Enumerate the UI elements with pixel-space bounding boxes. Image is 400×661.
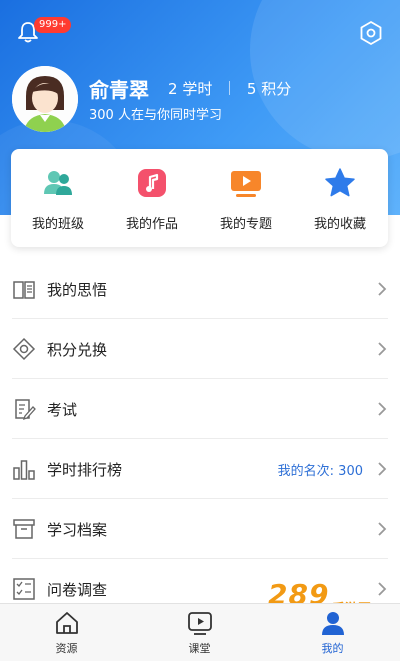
menu-item-label: 问卷调查 — [47, 581, 108, 599]
quick-action-label: 我的作品 — [125, 217, 178, 232]
music-note-icon — [138, 169, 166, 197]
play-icon — [188, 612, 212, 635]
tab-label: 课堂 — [188, 642, 211, 655]
quick-action-favorites[interactable]: 我的收藏 — [293, 149, 387, 247]
quick-action-works[interactable]: 我的作品 — [105, 149, 199, 247]
archive-icon — [13, 519, 35, 539]
points-unit: 积分 — [261, 80, 292, 98]
menu-list: 我的思悟 积分兑换 考试 学时排行榜 我的名次: 300 学习档案 问卷调查 — [0, 259, 400, 619]
menu-item-label: 积分兑换 — [47, 341, 108, 359]
bottom-tab-bar: 资源 课堂 我的 — [0, 603, 400, 661]
tab-classroom[interactable]: 课堂 — [133, 604, 266, 661]
menu-item-label: 我的思悟 — [47, 281, 108, 299]
avatar-illustration — [12, 66, 78, 132]
quick-action-label: 我的专题 — [219, 217, 272, 232]
book-icon — [13, 281, 35, 299]
online-count-text: 300 人在与你同时学习 — [89, 108, 222, 123]
avatar[interactable] — [12, 66, 78, 132]
quick-action-label: 我的班级 — [31, 217, 84, 232]
menu-item-exam[interactable]: 考试 — [0, 379, 400, 439]
menu-item-archive[interactable]: 学习档案 — [0, 499, 400, 559]
menu-item-label: 学习档案 — [47, 521, 108, 539]
tab-mine[interactable]: 我的 — [266, 604, 399, 661]
menu-item-label: 学时排行榜 — [47, 461, 123, 479]
tab-label: 我的 — [321, 642, 344, 655]
exam-icon — [15, 399, 36, 421]
tab-label: 资源 — [55, 642, 78, 655]
chevron-right-icon — [378, 342, 387, 356]
person-icon — [322, 612, 344, 635]
study-hours-value: 2 — [168, 80, 178, 98]
points-value: 5 — [246, 80, 257, 98]
video-player-icon — [231, 171, 261, 197]
quick-action-topics[interactable]: 我的专题 — [199, 149, 293, 247]
settings-icon[interactable] — [358, 20, 384, 46]
checklist-icon — [13, 578, 35, 600]
menu-item-ranking[interactable]: 学时排行榜 我的名次: 300 — [0, 439, 400, 499]
diamond-icon — [12, 337, 36, 361]
my-rank-text: 我的名次: 300 — [277, 464, 363, 479]
notification-badge: 999+ — [34, 17, 72, 33]
username: 俞青翠 — [89, 78, 149, 102]
chevron-right-icon — [378, 462, 387, 476]
menu-item-label: 考试 — [47, 401, 78, 419]
chevron-right-icon — [378, 402, 387, 416]
home-icon — [56, 612, 78, 634]
quick-action-class[interactable]: 我的班级 — [11, 149, 105, 247]
chevron-right-icon — [378, 282, 387, 296]
menu-item-points-exchange[interactable]: 积分兑换 — [0, 319, 400, 379]
study-hours-unit: 学时 — [182, 80, 213, 98]
quick-actions-card: 我的班级 我的作品 我的专题 我的收藏 — [11, 149, 388, 247]
user-stats: 2 学时 5 积分 — [168, 78, 291, 99]
tab-resources[interactable]: 资源 — [0, 604, 133, 661]
quick-action-label: 我的收藏 — [313, 217, 366, 232]
chevron-right-icon — [378, 522, 387, 536]
stats-divider — [229, 81, 231, 95]
menu-item-reflections[interactable]: 我的思悟 — [0, 259, 400, 319]
class-icon — [44, 171, 72, 195]
chevron-right-icon — [378, 582, 387, 596]
star-icon — [325, 168, 355, 197]
bar-chart-icon — [13, 460, 35, 480]
